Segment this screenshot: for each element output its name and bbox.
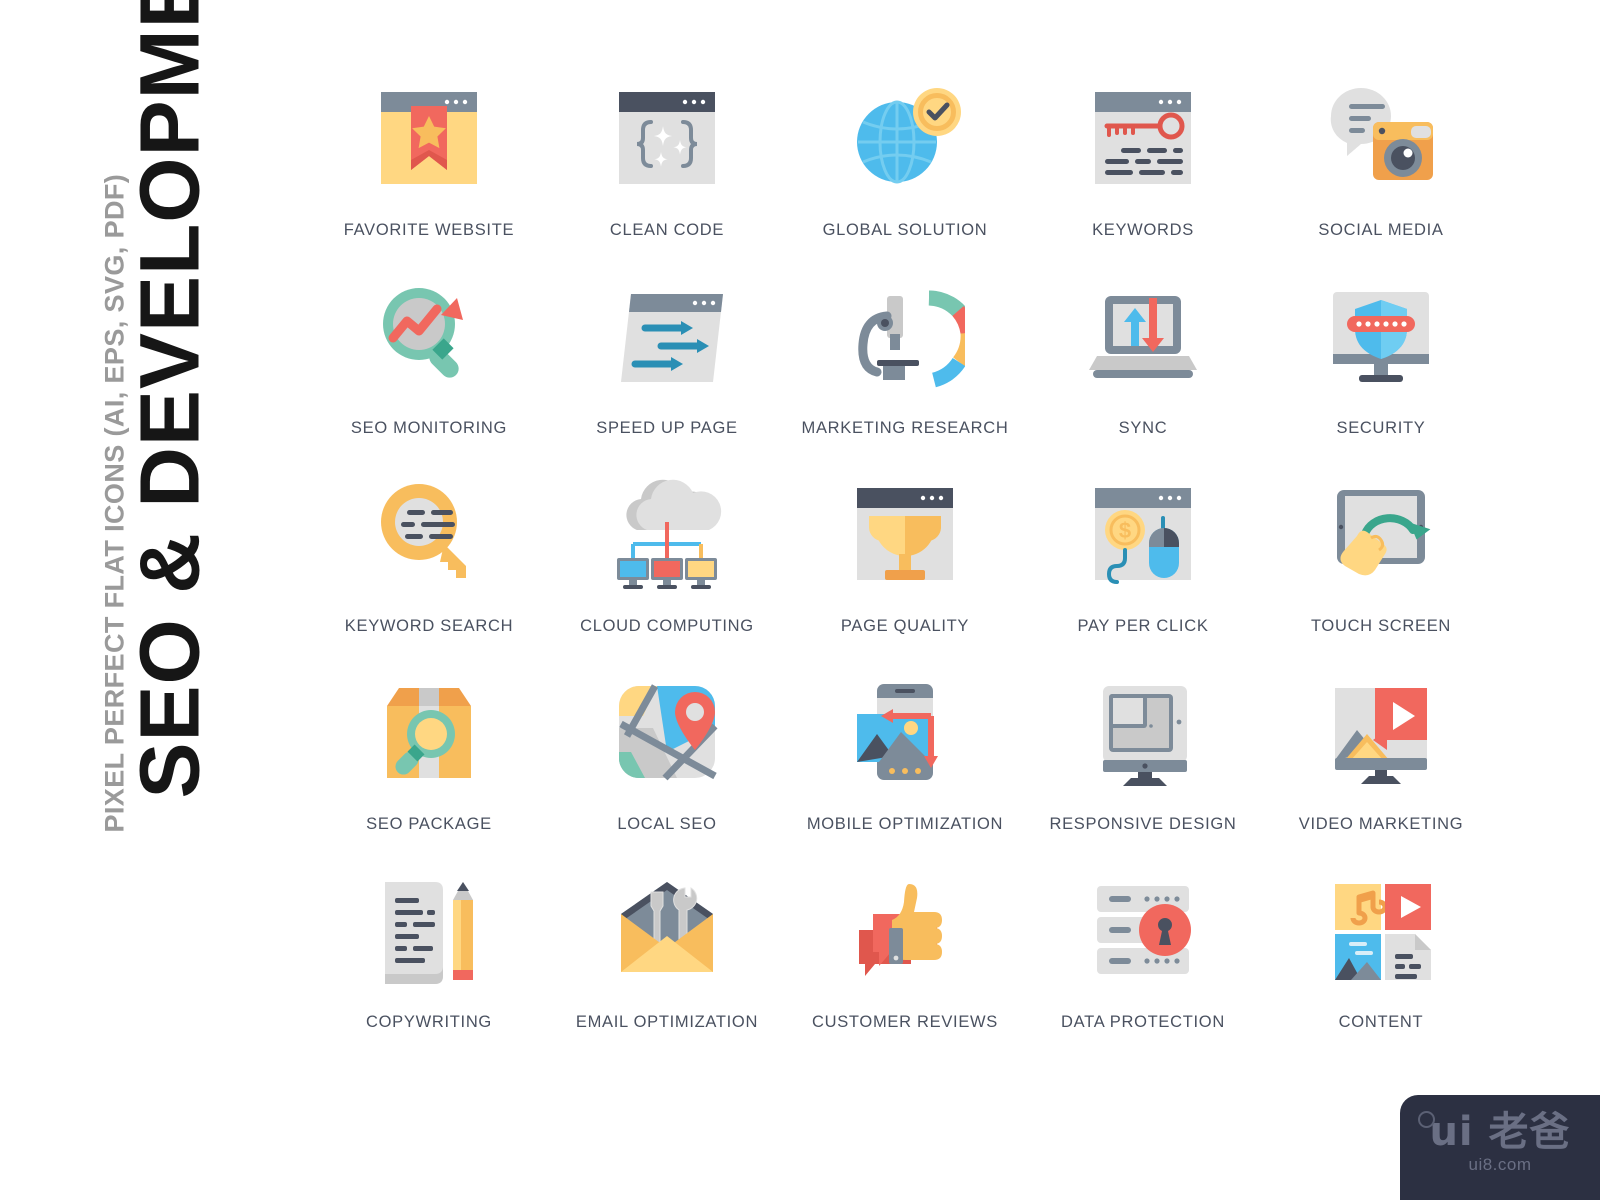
icon-cell-mobile-optimization[interactable]: MOBILE OPTIMIZATION — [786, 672, 1024, 870]
icon-grid: FAVORITE WEBSITE CLEAN CODE GLOBAL SOLUTIO… — [310, 78, 1500, 1068]
social-media-icon[interactable] — [1321, 78, 1441, 198]
icon-label-email-optimization: EMAIL OPTIMIZATION — [575, 1013, 759, 1031]
icon-label-speed-up-page: SPEED UP PAGE — [596, 419, 738, 437]
data-protection-icon[interactable] — [1083, 870, 1203, 990]
page-quality-icon[interactable] — [845, 474, 965, 594]
icon-label-favorite-website: FAVORITE WEBSITE — [343, 221, 515, 239]
local-seo-icon[interactable] — [607, 672, 727, 792]
icon-cell-pay-per-click[interactable]: $ PAY PER CLICK — [1024, 474, 1262, 672]
icon-label-content: CONTENT — [1338, 1013, 1424, 1031]
clean-code-icon[interactable] — [607, 78, 727, 198]
icon-label-touch-screen: TOUCH SCREEN — [1310, 617, 1452, 635]
icon-cell-marketing-research[interactable]: MARKETING RESEARCH — [786, 276, 1024, 474]
icon-cell-cloud-computing[interactable]: CLOUD COMPUTING — [548, 474, 786, 672]
icon-cell-seo-package[interactable]: SEO PACKAGE — [310, 672, 548, 870]
icon-label-customer-reviews: CUSTOMER REVIEWS — [812, 1013, 998, 1031]
favorite-website-icon[interactable] — [369, 78, 489, 198]
icon-cell-copywriting[interactable]: COPYWRITING — [310, 870, 548, 1068]
icon-label-keywords: KEYWORDS — [1092, 221, 1194, 239]
icon-cell-data-protection[interactable]: DATA PROTECTION — [1024, 870, 1262, 1068]
icon-label-global-solution: GLOBAL SOLUTION — [822, 221, 988, 239]
icon-cell-security[interactable]: SECURITY — [1262, 276, 1500, 474]
watermark-url: ui8.com — [1468, 1155, 1532, 1174]
icon-cell-seo-monitoring[interactable]: SEO MONITORING — [310, 276, 548, 474]
icon-label-security: SECURITY — [1336, 419, 1426, 437]
page-title: SEO & DEVELOPMENT — [122, 0, 217, 799]
icon-label-seo-monitoring: SEO MONITORING — [350, 419, 508, 437]
icon-label-pay-per-click: PAY PER CLICK — [1077, 617, 1209, 635]
icon-cell-keyword-search[interactable]: KEYWORD SEARCH — [310, 474, 548, 672]
icon-label-data-protection: DATA PROTECTION — [1061, 1013, 1225, 1031]
watermark-circle-icon — [1418, 1111, 1435, 1128]
icon-cell-social-media[interactable]: SOCIAL MEDIA — [1262, 78, 1500, 276]
icon-cell-keywords[interactable]: KEYWORDS — [1024, 78, 1262, 276]
icon-cell-touch-screen[interactable]: TOUCH SCREEN — [1262, 474, 1500, 672]
icon-label-keyword-search: KEYWORD SEARCH — [344, 617, 514, 635]
icon-cell-content[interactable]: CONTENT — [1262, 870, 1500, 1068]
icon-label-responsive-design: RESPONSIVE DESIGN — [1049, 815, 1237, 833]
svg-text:$: $ — [1119, 518, 1131, 543]
icon-label-page-quality: PAGE QUALITY — [840, 617, 970, 635]
icon-label-seo-package: SEO PACKAGE — [366, 815, 492, 833]
responsive-design-icon[interactable] — [1083, 672, 1203, 792]
icon-label-local-seo: LOCAL SEO — [617, 815, 717, 833]
title-rail: SEO & DEVELOPMENT PIXEL PERFECT FLAT ICO… — [0, 0, 300, 1200]
icon-cell-speed-up-page[interactable]: SPEED UP PAGE — [548, 276, 786, 474]
mobile-optimization-icon[interactable] — [845, 672, 965, 792]
icon-cell-sync[interactable]: SYNC — [1024, 276, 1262, 474]
cloud-computing-icon[interactable] — [607, 474, 727, 594]
icon-label-copywriting: COPYWRITING — [366, 1013, 492, 1031]
sync-icon[interactable] — [1083, 276, 1203, 396]
seo-monitoring-icon[interactable] — [369, 276, 489, 396]
icon-label-video-marketing: VIDEO MARKETING — [1298, 815, 1464, 833]
icon-label-social-media: SOCIAL MEDIA — [1318, 221, 1444, 239]
global-solution-icon[interactable] — [845, 78, 965, 198]
keyword-search-icon[interactable] — [369, 474, 489, 594]
icon-cell-customer-reviews[interactable]: CUSTOMER REVIEWS — [786, 870, 1024, 1068]
icon-label-marketing-research: MARKETING RESEARCH — [801, 419, 1009, 437]
icon-label-mobile-optimization: MOBILE OPTIMIZATION — [806, 815, 1004, 833]
icon-cell-global-solution[interactable]: GLOBAL SOLUTION — [786, 78, 1024, 276]
email-optimization-icon[interactable] — [607, 870, 727, 990]
video-marketing-icon[interactable] — [1321, 672, 1441, 792]
icon-label-sync: SYNC — [1118, 419, 1168, 437]
watermark-badge: ui 老爸 ui8.com — [1400, 1095, 1600, 1200]
icon-cell-responsive-design[interactable]: RESPONSIVE DESIGN — [1024, 672, 1262, 870]
keywords-icon[interactable] — [1083, 78, 1203, 198]
copywriting-icon[interactable] — [369, 870, 489, 990]
icon-cell-video-marketing[interactable]: VIDEO MARKETING — [1262, 672, 1500, 870]
icon-cell-favorite-website[interactable]: FAVORITE WEBSITE — [310, 78, 548, 276]
content-icon[interactable] — [1321, 870, 1441, 990]
pay-per-click-icon[interactable]: $ — [1083, 474, 1203, 594]
icon-cell-clean-code[interactable]: CLEAN CODE — [548, 78, 786, 276]
seo-package-icon[interactable] — [369, 672, 489, 792]
customer-reviews-icon[interactable] — [845, 870, 965, 990]
icon-cell-page-quality[interactable]: PAGE QUALITY — [786, 474, 1024, 672]
icon-label-cloud-computing: CLOUD COMPUTING — [580, 617, 754, 635]
page-subtitle: PIXEL PERFECT FLAT ICONS (AI, EPS, SVG, … — [99, 173, 130, 833]
speed-up-page-icon[interactable] — [607, 276, 727, 396]
marketing-research-icon[interactable] — [845, 276, 965, 396]
touch-screen-icon[interactable] — [1321, 474, 1441, 594]
icon-label-clean-code: CLEAN CODE — [609, 221, 725, 239]
icon-cell-local-seo[interactable]: LOCAL SEO — [548, 672, 786, 870]
icon-cell-email-optimization[interactable]: EMAIL OPTIMIZATION — [548, 870, 786, 1068]
security-icon[interactable] — [1321, 276, 1441, 396]
